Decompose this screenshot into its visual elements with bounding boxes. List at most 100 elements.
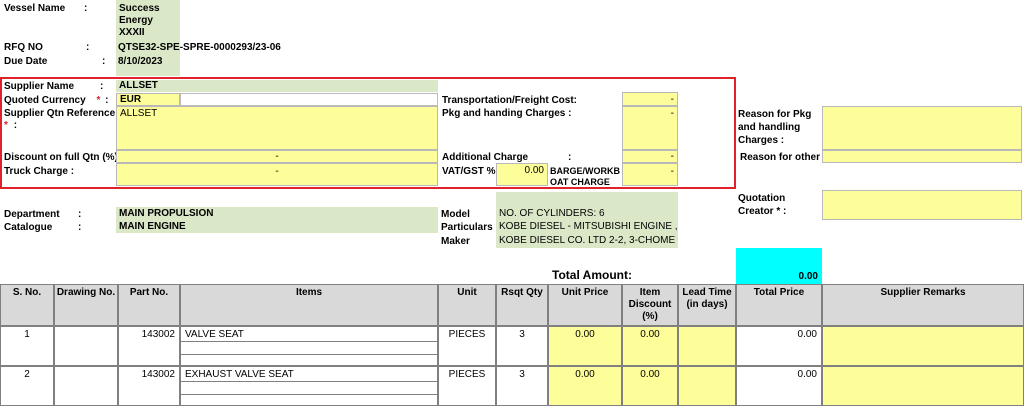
- col-header-lead-time: Lead Time (in days): [678, 284, 736, 326]
- total-amount-box: 0.00: [736, 248, 822, 284]
- transportation-cost-label: Transportation/Freight Cost:: [442, 95, 577, 106]
- row-total-price: 0.00: [736, 326, 822, 366]
- discount-full-qtn-field[interactable]: -: [116, 150, 438, 163]
- discount-header-line-3: (%): [642, 311, 658, 322]
- pkg-handling-field[interactable]: -: [622, 106, 678, 150]
- col-header-unit: Unit: [438, 284, 496, 326]
- vat-gst-label: VAT/GST %: [442, 166, 496, 177]
- catalogue-colon: :: [78, 222, 82, 233]
- row-item: EXHAUST VALVE SEAT: [180, 366, 438, 406]
- row-unit: PIECES: [438, 326, 496, 366]
- col-header-items: Items: [180, 284, 438, 326]
- currency-blank-cell: [180, 93, 438, 106]
- row-sno: 2: [0, 366, 54, 406]
- catalogue-value: MAIN ENGINE: [116, 220, 438, 233]
- table-row: 2 143002 EXHAUST VALVE SEAT PIECES 3 0.0…: [0, 366, 1024, 406]
- col-header-qty: Rsqt Qty: [496, 284, 548, 326]
- additional-colon: :: [568, 152, 572, 163]
- due-colon: :: [102, 56, 106, 67]
- particulars-value: KOBE DIESEL - MITSUBISHI ENGINE ,: [496, 220, 678, 234]
- due-date-value: 8/10/2023: [118, 56, 163, 67]
- rfq-no-label: RFQ NO: [4, 42, 43, 53]
- particulars-label: Particulars: [441, 222, 493, 233]
- due-date-label: Due Date: [4, 56, 48, 67]
- quotation-creator-field[interactable]: [822, 190, 1022, 220]
- quoted-currency-select[interactable]: EUR: [116, 93, 180, 106]
- creator-line-1: Quotation: [738, 193, 786, 204]
- row-drawing: [54, 366, 118, 406]
- row-unit: PIECES: [438, 366, 496, 406]
- supplier-name-field[interactable]: ALLSET: [116, 80, 438, 92]
- row-discount-input[interactable]: 0.00: [622, 366, 678, 406]
- vessel-name-line-1: Success: [119, 3, 160, 14]
- rfq-no-value: QTSE32-SPE-SPRE-0000293/23-06: [118, 42, 281, 53]
- row-lead-time-input[interactable]: [678, 366, 736, 406]
- row-lead-time-input[interactable]: [678, 326, 736, 366]
- quoted-currency-text: Quoted Currency: [4, 95, 86, 106]
- total-amount-value: 0.00: [798, 271, 818, 282]
- pkg-handling-label: Pkg and handing Charges :: [442, 108, 572, 119]
- currency-colon: :: [105, 95, 109, 106]
- quoted-currency-label: Quoted Currency * :: [4, 95, 109, 107]
- reason-pkg-line-1: Reason for Pkg: [738, 109, 812, 120]
- row-sno: 1: [0, 326, 54, 366]
- row-part-no: 143002: [118, 366, 180, 406]
- barge-workboat-label: BARGE/WORKB OAT CHARGE: [550, 166, 620, 188]
- col-header-part: Part No.: [118, 284, 180, 326]
- vat-gst-field[interactable]: 0.00: [496, 163, 548, 186]
- maker-label: Maker: [441, 236, 470, 247]
- department-label: Department: [4, 209, 60, 220]
- vessel-name-label: Vessel Name: [4, 3, 66, 14]
- barge-label-line-2: OAT CHARGE: [550, 177, 610, 187]
- reason-other-field[interactable]: [822, 150, 1022, 163]
- rfq-colon: :: [86, 42, 90, 53]
- row-unit-price-input[interactable]: 0.00: [548, 366, 622, 406]
- barge-workboat-field[interactable]: -: [622, 163, 678, 186]
- discount-header-line-2: Discount: [628, 299, 672, 310]
- total-amount-label: Total Amount:: [552, 268, 632, 282]
- supplier-name-colon: :: [100, 81, 104, 92]
- discount-header-line-1: Item: [639, 287, 661, 298]
- transportation-cost-field[interactable]: -: [622, 92, 678, 106]
- row-item-text: VALVE SEAT: [185, 329, 244, 340]
- row-qty: 3: [496, 326, 548, 366]
- reason-pkg-line-2: and handling: [738, 122, 801, 133]
- row-remarks-input[interactable]: [822, 326, 1024, 366]
- department-colon: :: [78, 209, 82, 220]
- qtn-ref-required: * :: [4, 120, 17, 132]
- row-qty: 3: [496, 366, 548, 406]
- creator-line-2: Creator * :: [738, 206, 787, 217]
- row-item-text: EXHAUST VALVE SEAT: [185, 369, 294, 380]
- col-header-sno: S. No.: [0, 284, 54, 326]
- row-item: VALVE SEAT: [180, 326, 438, 366]
- additional-charge-field[interactable]: -: [622, 150, 678, 163]
- col-header-unit-price: Unit Price: [548, 284, 622, 326]
- row-total-price: 0.00: [736, 366, 822, 406]
- row-remarks-input[interactable]: [822, 366, 1024, 406]
- qtn-ref-colon: :: [13, 120, 18, 131]
- vessel-colon: :: [84, 3, 88, 14]
- required-marker: *: [4, 120, 8, 131]
- col-header-total-price: Total Price: [736, 284, 822, 326]
- vessel-name-line-2: Energy: [119, 15, 153, 26]
- supplier-name-label: Supplier Name: [4, 81, 75, 92]
- reason-pkg-field[interactable]: [822, 106, 1022, 150]
- items-table: S. No. Drawing No. Part No. Items Unit R…: [0, 284, 1024, 406]
- catalogue-label: Catalogue: [4, 222, 53, 233]
- barge-label-line-1: BARGE/WORKB: [550, 166, 620, 176]
- reason-pkg-line-3: Charges :: [738, 135, 785, 146]
- maker-value: KOBE DIESEL CO. LTD 2-2, 3-CHOME: [496, 234, 678, 248]
- row-drawing: [54, 326, 118, 366]
- table-row: 1 143002 VALVE SEAT PIECES 3 0.00 0.00 0…: [0, 326, 1024, 366]
- reason-other-label: Reason for other: [740, 152, 821, 163]
- reason-pkg-label: Reason for Pkg and handling Charges :: [738, 108, 811, 147]
- supplier-qtn-reference-field[interactable]: ALLSET: [116, 106, 438, 150]
- row-unit-price-input[interactable]: 0.00: [548, 326, 622, 366]
- supplier-qtn-reference-label: Supplier Qtn Reference: [4, 108, 116, 119]
- col-header-discount: Item Discount (%): [622, 284, 678, 326]
- model-value: NO. OF CYLINDERS: 6: [496, 192, 678, 220]
- discount-full-qtn-label: Discount on full Qtn (%): [4, 152, 118, 163]
- vessel-name-line-3: XXXII: [119, 27, 145, 38]
- truck-charge-field[interactable]: -: [116, 163, 438, 186]
- row-discount-input[interactable]: 0.00: [622, 326, 678, 366]
